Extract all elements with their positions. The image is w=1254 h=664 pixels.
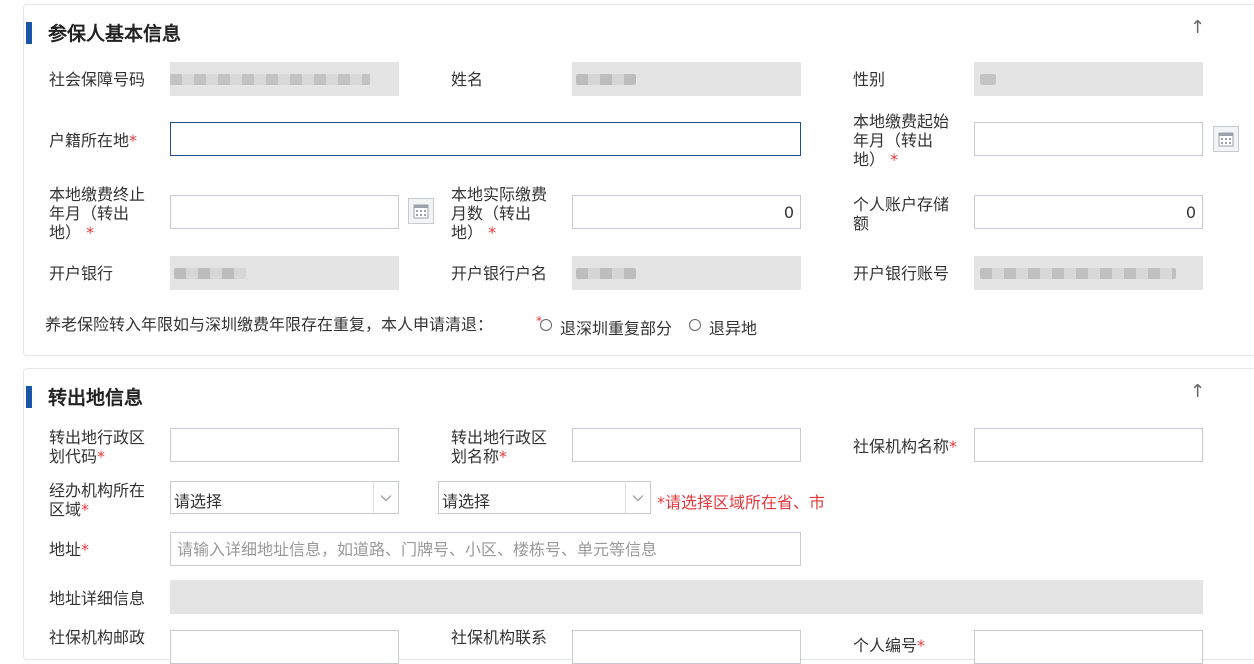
bank-number-label: 开户银行账号 [853, 264, 950, 283]
end-month-input[interactable] [170, 195, 399, 229]
start-month-input[interactable] [974, 122, 1203, 156]
masked-text [576, 268, 636, 279]
bank-number-field-masked [974, 256, 1203, 290]
calendar-icon [413, 204, 429, 219]
area-hint: *请选择区域所在省、市 [657, 493, 826, 512]
required-mark: * [890, 150, 899, 169]
region-name-label: 转出地行政区 划名称* [451, 428, 548, 466]
gender-label: 性别 [853, 70, 886, 89]
required-mark: * [129, 131, 138, 150]
arrow-up-icon[interactable]: ↑ [1190, 17, 1205, 38]
arrow-up-icon[interactable]: ↑ [1190, 381, 1205, 402]
masked-text [174, 268, 246, 279]
section-title: 转出地信息 [48, 387, 144, 409]
bank-holder-label: 开户银行户名 [451, 264, 548, 283]
account-balance-label: 个人账户存储 额 [853, 195, 950, 233]
duplicate-refund-question: 养老保险转入年限如与深圳缴费年限存在重复，本人申请清退： [45, 315, 494, 334]
address-input[interactable] [170, 532, 801, 566]
section-accent-bar [26, 386, 32, 408]
section-accent-bar [26, 22, 32, 44]
calendar-button[interactable] [1213, 126, 1239, 152]
radio-refund-other[interactable] [689, 319, 701, 331]
months-input[interactable] [572, 195, 801, 229]
address-detail-field [170, 580, 1203, 614]
masked-text [576, 74, 636, 85]
account-balance-input[interactable] [974, 195, 1203, 229]
city-select-value: 请选择 [442, 492, 491, 511]
required-mark: * [81, 500, 90, 519]
region-code-label: 转出地行政区 划代码* [49, 428, 146, 466]
area-label: 经办机构所在 区域* [49, 481, 146, 519]
contact-label: 社保机构联系 [451, 628, 548, 647]
transfer-out-header: 转出地信息 ↑ [24, 369, 1254, 419]
agency-name-label: 社保机构名称* [853, 437, 958, 456]
bank-holder-field-masked [572, 256, 801, 290]
city-select[interactable]: 请选择 [438, 481, 651, 514]
calendar-icon [1218, 132, 1234, 147]
region-name-input[interactable] [572, 428, 801, 462]
calendar-button[interactable] [408, 198, 434, 224]
postcode-input[interactable] [170, 630, 399, 664]
address-label: 地址* [49, 540, 90, 559]
contact-input[interactable] [572, 630, 801, 664]
personal-id-label: 个人编号* [853, 636, 926, 655]
transfer-out-panel: 转出地信息 ↑ [23, 368, 1254, 660]
masked-text [980, 74, 996, 85]
required-mark: * [97, 447, 106, 466]
radio-refund-other-label[interactable]: 退异地 [709, 315, 757, 339]
required-mark: * [488, 223, 497, 242]
hukou-input[interactable] [170, 122, 801, 156]
radio-refund-shenzhen[interactable] [540, 319, 552, 331]
region-code-input[interactable] [170, 428, 399, 462]
bank-label: 开户银行 [49, 264, 114, 283]
chevron-down-icon [380, 495, 392, 502]
hukou-label: 户籍所在地* [49, 131, 138, 150]
required-mark: * [949, 437, 958, 456]
name-field-masked [572, 62, 801, 96]
postcode-label: 社保机构邮政 [49, 628, 146, 647]
masked-text [980, 268, 1176, 279]
chevron-down-icon [632, 495, 644, 502]
masked-text [170, 74, 370, 85]
name-label: 姓名 [451, 70, 484, 89]
radio-refund-shenzhen-label[interactable]: 退深圳重复部分 [560, 315, 672, 339]
end-month-label: 本地缴费终止 年月（转出 地） * [49, 185, 146, 242]
months-label: 本地实际缴费 月数（转出 地） * [451, 185, 548, 242]
required-mark: * [86, 223, 95, 242]
address-detail-label: 地址详细信息 [49, 589, 146, 608]
start-month-label: 本地缴费起始 年月（转出 地） * [853, 112, 950, 169]
personal-id-input[interactable] [974, 630, 1203, 664]
gender-field-masked [974, 62, 1203, 96]
required-mark: * [81, 540, 90, 559]
agency-name-input[interactable] [974, 428, 1203, 462]
bank-field-masked [170, 256, 399, 290]
ssn-field-masked [170, 62, 399, 96]
basic-info-header: 参保人基本信息 ↑ [24, 5, 1254, 55]
required-mark: * [917, 636, 926, 655]
ssn-label: 社会保障号码 [49, 70, 146, 89]
section-title: 参保人基本信息 [48, 23, 182, 45]
required-mark: * [499, 447, 508, 466]
basic-info-panel: 参保人基本信息 ↑ [23, 4, 1254, 356]
province-select-value: 请选择 [174, 492, 223, 511]
province-select[interactable]: 请选择 [170, 481, 399, 514]
